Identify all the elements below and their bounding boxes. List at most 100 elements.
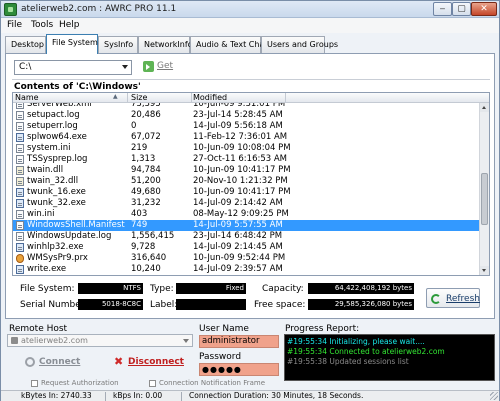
log-line: #19:55:34 Connected to atelierweb2.com xyxy=(287,347,445,356)
file-modified-cell: 14-Jul-09 2:39:57 AM xyxy=(193,264,283,274)
connect-label: Connect xyxy=(39,357,81,367)
tab-audio-text-chat[interactable]: Audio & Text Chat xyxy=(190,36,267,53)
column-size[interactable]: Size xyxy=(131,93,192,103)
drive-select[interactable]: C:\ xyxy=(14,60,132,75)
text-file-icon xyxy=(16,111,24,120)
file-system-value: NTFS xyxy=(78,283,143,294)
column-name[interactable]: Name xyxy=(15,93,128,103)
menu-help[interactable]: Help xyxy=(59,20,80,30)
file-modified-cell: 14-Jul-09 2:14:42 AM xyxy=(193,198,283,208)
refresh-button[interactable]: Refresh xyxy=(426,288,480,308)
file-size-cell: 219 xyxy=(131,143,148,153)
file-row[interactable]: setuperr.log 0 14-Jul-09 5:56:18 AM xyxy=(13,121,479,132)
file-row[interactable]: write.exe 10,240 14-Jul-09 2:39:57 AM xyxy=(13,264,479,275)
log-line: #19:55:34 Initializing, please wait.... xyxy=(287,337,425,346)
file-modified-cell: 14-Jul-09 5:57:55 AM xyxy=(193,220,283,230)
get-button[interactable]: Get xyxy=(143,60,173,75)
file-name-cell: ServerWeb.xml xyxy=(27,103,92,109)
progress-report-label: Progress Report: xyxy=(285,324,360,334)
password-input[interactable]: ●●●●● xyxy=(199,363,279,376)
file-row[interactable]: win.ini 403 08-May-12 9:09:25 PM xyxy=(13,209,479,220)
text-file-icon xyxy=(16,144,24,153)
file-row[interactable]: WindowsShell.Manifest 749 14-Jul-09 5:57:5… xyxy=(13,220,479,231)
remote-host-combo[interactable]: atelierweb2.com xyxy=(7,334,193,347)
file-modified-cell: 20-Nov-10 1:21:32 PM xyxy=(193,176,288,186)
tab-users-groups[interactable]: Users and Groups xyxy=(261,36,338,53)
free-space-label: Free space: xyxy=(254,300,306,310)
file-name-cell: splwow64.exe xyxy=(27,132,87,142)
close-button[interactable]: ✕ xyxy=(471,2,497,16)
text-file-icon xyxy=(16,210,24,219)
file-modified-cell: 27-Oct-11 6:16:53 AM xyxy=(193,154,288,164)
disconnect-button[interactable]: ✖ Disconnect xyxy=(114,355,192,371)
file-name-cell: WindowsShell.Manifest xyxy=(27,220,125,230)
file-row[interactable]: TSSysprep.log 1,313 27-Oct-11 6:16:53 AM xyxy=(13,154,479,165)
scroll-thumb[interactable] xyxy=(481,173,488,225)
file-row[interactable]: WMSysPr9.prx 316,640 10-Jun-09 9:52:44 PM xyxy=(13,253,479,264)
file-row[interactable]: twunk_32.exe 31,232 14-Jul-09 2:14:42 AM xyxy=(13,198,479,209)
maximize-button[interactable]: ▢ xyxy=(452,2,471,16)
user-name-input[interactable]: administrator xyxy=(199,335,279,348)
file-modified-cell: 10-Jun-09 10:41:17 PM xyxy=(193,165,291,175)
tab-desktop[interactable]: Desktop xyxy=(5,36,46,53)
file-modified-cell: 14-Jul-09 2:14:45 AM xyxy=(193,242,283,252)
file-row[interactable]: ServerWeb.xml 73,395 10-Jun-09 9:31:01 PM xyxy=(13,103,479,110)
file-row[interactable]: setupact.log 20,486 23-Jul-14 5:28:45 AM xyxy=(13,110,479,121)
scroll-down-icon[interactable] xyxy=(480,266,489,275)
file-modified-cell: 10-Jun-09 10:08:04 PM xyxy=(193,143,291,153)
vertical-scrollbar[interactable] xyxy=(479,103,489,275)
column-modified[interactable]: Modified xyxy=(193,93,286,103)
chevron-down-icon xyxy=(122,65,128,69)
tab-file-system[interactable]: File System xyxy=(46,34,98,54)
tab-sysinfo[interactable]: SysInfo xyxy=(98,36,138,53)
file-row[interactable]: winhlp32.exe 9,728 14-Jul-09 2:14:45 AM xyxy=(13,242,479,253)
file-row[interactable]: system.ini 219 10-Jun-09 10:08:04 PM xyxy=(13,143,479,154)
file-name-cell: setuperr.log xyxy=(27,121,78,131)
file-modified-cell: 10-Jun-09 10:41:17 PM xyxy=(193,187,291,197)
connection-duration-status: Connection Duration: 30 Minutes, 18 Seco… xyxy=(189,391,364,400)
file-list[interactable]: Name ▲ Size Modified ServerWeb.xml 73,395… xyxy=(12,92,490,276)
drive-value: C:\ xyxy=(19,62,32,72)
file-name-cell: twunk_16.exe xyxy=(27,187,86,197)
tab-networkinfo[interactable]: NetworkInfo xyxy=(138,36,193,53)
connection-notification-checkbox[interactable] xyxy=(149,380,156,387)
file-system-panel: C:\ Get Contents of 'C:\Windows' Name ▲ … xyxy=(5,53,495,319)
file-size-cell: 403 xyxy=(131,209,148,219)
text-file-icon xyxy=(16,232,24,241)
file-modified-cell: 10-Jun-09 9:31:01 PM xyxy=(193,103,286,109)
file-name-cell: twain.dll xyxy=(27,165,64,175)
file-size-cell: 49,680 xyxy=(131,187,161,197)
file-name-cell: win.ini xyxy=(27,209,55,219)
window-title: atelierweb2.com : AWRC PRO 11.1 xyxy=(21,4,177,14)
file-size-cell: 67,072 xyxy=(131,132,161,142)
executable-icon xyxy=(16,243,24,252)
file-name-cell: WindowsUpdate.log xyxy=(27,231,112,241)
request-authorization-label: Request Authorization xyxy=(41,379,119,387)
executable-icon xyxy=(16,199,24,208)
text-file-icon xyxy=(16,122,24,131)
request-authorization-checkbox[interactable] xyxy=(31,380,38,387)
disconnect-label: Disconnect xyxy=(128,357,184,367)
menu-file[interactable]: File xyxy=(7,20,22,30)
file-row[interactable]: twain.dll 94,784 10-Jun-09 10:41:17 PM xyxy=(13,165,479,176)
list-header: Name ▲ Size Modified xyxy=(13,93,489,103)
connect-button[interactable]: Connect xyxy=(25,355,89,371)
resize-grip-icon[interactable] xyxy=(490,392,498,400)
refresh-icon xyxy=(431,294,441,304)
connection-notification-label: Connection Notification Frame xyxy=(159,379,266,387)
progress-report-log[interactable]: #19:55:34 Initializing, please wait.... … xyxy=(284,334,495,381)
file-row[interactable]: WindowsUpdate.log 1,556,415 23-Jul-14 6:48… xyxy=(13,231,479,242)
file-system-label: File System: xyxy=(20,284,75,294)
minimize-button[interactable]: ‒ xyxy=(433,2,452,16)
scroll-up-icon[interactable] xyxy=(480,103,489,112)
sort-ascending-icon: ▲ xyxy=(113,93,118,100)
file-row[interactable]: splwow64.exe 67,072 11-Feb-12 7:36:01 AM xyxy=(13,132,479,143)
user-name-label: User Name xyxy=(199,324,249,334)
executable-icon xyxy=(16,265,24,274)
file-name-cell: twain_32.dll xyxy=(27,176,79,186)
file-row[interactable]: twain_32.dll 51,200 20-Nov-10 1:21:32 PM xyxy=(13,176,479,187)
file-size-cell: 316,640 xyxy=(131,253,167,263)
title-bar[interactable]: atelierweb2.com : AWRC PRO 11.1 ‒ ▢ ✕ xyxy=(1,1,499,18)
menu-tools[interactable]: Tools xyxy=(31,20,53,30)
file-row[interactable]: twunk_16.exe 49,680 10-Jun-09 10:41:17 PM xyxy=(13,187,479,198)
